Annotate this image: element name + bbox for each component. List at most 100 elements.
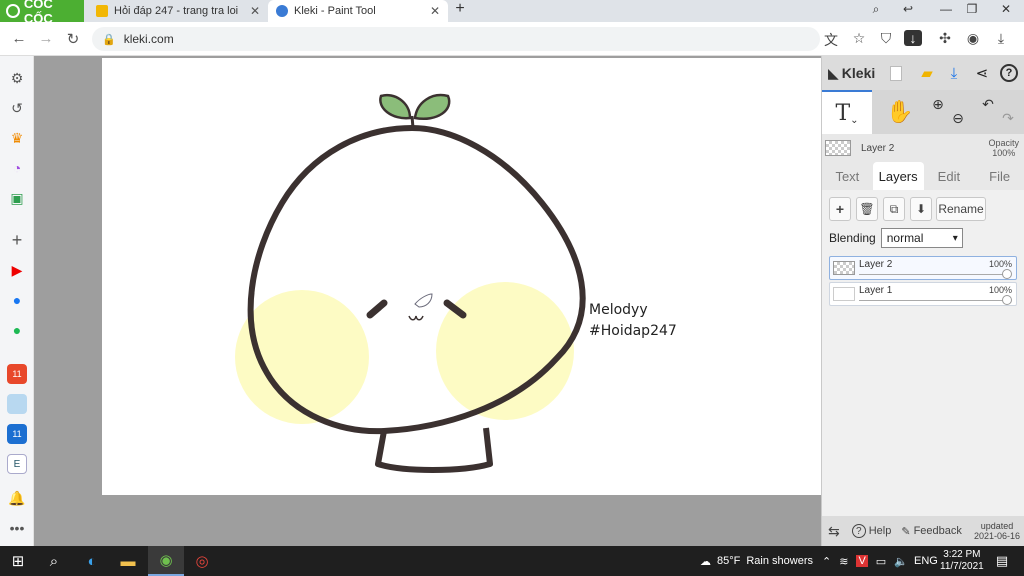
chrome-icon[interactable]: ◎ xyxy=(184,546,220,576)
tab-file[interactable]: File xyxy=(974,162,1024,190)
shield-icon[interactable]: ⛉ xyxy=(877,30,895,47)
more-icon[interactable]: ••• xyxy=(7,518,27,538)
search-icon[interactable]: ⌕ xyxy=(36,546,72,576)
layer-opacity-handle[interactable] xyxy=(1002,295,1012,305)
kleki-bird-icon: ◣ xyxy=(828,64,839,81)
kleki-logo-text: Kleki xyxy=(841,65,876,81)
game-controller-icon[interactable]: ▣ xyxy=(7,188,27,208)
back-history-icon[interactable]: ↩ xyxy=(898,2,918,16)
antivirus-icon[interactable]: V xyxy=(856,555,868,567)
open-folder-icon[interactable]: ▰ xyxy=(918,64,936,82)
feedback-link[interactable]: ✎ Feedback xyxy=(901,525,962,538)
close-tab-icon[interactable]: ✕ xyxy=(430,4,440,18)
tab-edit[interactable]: Edit xyxy=(924,162,975,190)
file-explorer-icon[interactable]: ▬ xyxy=(110,546,146,576)
volume-icon[interactable]: 🔈 xyxy=(894,555,908,568)
close-tab-icon[interactable]: ✕ xyxy=(250,4,260,18)
settings-gear-icon[interactable]: ⚙ xyxy=(7,68,27,88)
opacity-value: 100% xyxy=(992,148,1016,158)
reload-icon[interactable]: ↻ xyxy=(64,30,82,48)
layer-row-2[interactable]: Layer 2 100% xyxy=(829,256,1017,280)
share-icon[interactable]: ⋖ xyxy=(973,64,991,82)
help-circle-icon: ? xyxy=(851,524,866,538)
text-tool-button[interactable]: T ⌄ xyxy=(822,90,872,134)
weather-widget[interactable]: ☁ 85°F Rain showers xyxy=(700,546,813,576)
language-indicator[interactable]: ENG xyxy=(914,546,938,576)
help-link[interactable]: ? Help xyxy=(851,524,891,538)
text-tool-glyph: T xyxy=(835,100,851,126)
address-bar[interactable]: 🔒 kleki.com xyxy=(92,27,820,51)
add-shortcut-icon[interactable]: + xyxy=(7,230,27,250)
merge-down-icon[interactable]: ⬇ xyxy=(910,197,932,221)
crown-icon[interactable]: ♛ xyxy=(7,128,27,148)
sprout-stem xyxy=(410,115,415,129)
clock[interactable]: 3:22 PM 11/7/2021 xyxy=(940,546,984,576)
profile-icon[interactable]: ◉ xyxy=(964,30,982,47)
delete-layer-trash-icon[interactable]: 🗑 xyxy=(856,197,878,221)
rename-button[interactable]: Rename xyxy=(936,197,986,221)
back-icon[interactable]: ← xyxy=(10,30,28,47)
translate-icon[interactable]: 文 xyxy=(822,30,840,50)
new-image-icon[interactable] xyxy=(890,66,902,81)
extensions-puzzle-icon[interactable]: ✣ xyxy=(936,30,954,47)
chevron-up-icon[interactable]: ⌃ xyxy=(822,555,831,568)
download-icon[interactable]: ⤓ xyxy=(945,64,963,82)
layer-opacity-slider[interactable] xyxy=(859,274,1006,275)
avatar-shortcut-icon[interactable] xyxy=(7,394,27,414)
layer-opacity-handle[interactable] xyxy=(1002,269,1012,279)
layer-opacity-slider[interactable] xyxy=(859,300,1006,301)
coccoc-taskbar-icon[interactable]: ◉ xyxy=(148,546,184,576)
bookmark-star-icon[interactable]: ☆ xyxy=(850,30,868,47)
add-layer-button[interactable]: + xyxy=(829,197,851,221)
duplicate-layer-icon[interactable]: ⧉ xyxy=(883,197,905,221)
history-icon[interactable]: ↺ xyxy=(7,98,27,118)
kleki-logo[interactable]: ◣ Kleki xyxy=(822,65,875,82)
clock-date: 11/7/2021 xyxy=(940,561,984,572)
coccoc-brand[interactable]: CỐC CỐC xyxy=(0,0,84,26)
shopee-icon[interactable]: 11 xyxy=(7,364,27,384)
canvas-workspace[interactable]: Melodyy #Hoidap247 xyxy=(34,56,821,546)
hand-tool-icon[interactable]: ✋ xyxy=(880,90,920,134)
kleki-panel: ◣ Kleki ▰ ⤓ ⋖ ? T ⌄ ✋ ⊕ ⊖ ↶ ↷ Layer 2 Op… xyxy=(821,56,1024,546)
minimize-icon[interactable]: — xyxy=(936,2,956,16)
layer-name: Layer 2 xyxy=(859,259,893,270)
coccoc-sidebar: ⚙ ↺ ♛ ◔ ▣ + ▶ ● ● 11 11 E 🔔 ••• xyxy=(0,56,34,546)
coccoc-news-icon[interactable]: E xyxy=(7,454,27,474)
artwork-drawing: Melodyy #Hoidap247 xyxy=(235,93,677,473)
left-leaf xyxy=(379,93,412,120)
lock-icon: 🔒 xyxy=(102,33,116,46)
battery-icon[interactable]: ▭ xyxy=(876,555,886,568)
tab-kleki[interactable]: Kleki - Paint Tool ✕ xyxy=(268,0,448,22)
undo-icon[interactable]: ↶ xyxy=(978,82,998,126)
notification-center-icon[interactable]: ▤ xyxy=(984,546,1020,576)
downloads-icon[interactable]: ⤓ xyxy=(992,30,1010,47)
close-window-icon[interactable]: ✕ xyxy=(996,2,1016,16)
new-tab-button[interactable]: + xyxy=(450,0,470,18)
notification-bell-icon[interactable]: 🔔 xyxy=(7,488,27,508)
tab-hoidap[interactable]: Hỏi đáp 247 - trang tra loi ✕ xyxy=(88,0,268,22)
search-tabs-icon[interactable]: ⌕ xyxy=(866,2,886,17)
help-icon[interactable]: ? xyxy=(1000,64,1018,82)
forward-icon[interactable]: → xyxy=(37,30,55,47)
swap-side-icon[interactable]: ⇆ xyxy=(828,523,840,540)
tab-text[interactable]: Text xyxy=(822,162,873,190)
tiki-icon[interactable]: 11 xyxy=(7,424,27,444)
blending-select[interactable]: normal ▾ xyxy=(880,228,963,248)
signature-hashtag: #Hoidap247 xyxy=(589,323,677,339)
facebook-icon[interactable]: ● xyxy=(7,290,27,310)
download-extension-icon[interactable]: ↓ xyxy=(904,30,922,46)
layer-thumbnail xyxy=(833,287,855,301)
spotify-icon[interactable]: ● xyxy=(7,320,27,340)
layer-row-1[interactable]: Layer 1 100% xyxy=(829,282,1017,306)
restore-icon[interactable]: ❐ xyxy=(962,2,982,16)
drawing-canvas[interactable]: Melodyy #Hoidap247 xyxy=(102,58,821,495)
tab-layers[interactable]: Layers xyxy=(872,162,924,190)
messenger-icon[interactable]: ◔ xyxy=(7,158,27,178)
weather-cloud-icon: ☁ xyxy=(700,555,711,568)
edge-icon[interactable]: ◐ xyxy=(74,546,110,576)
current-layer-thumbnail xyxy=(825,140,851,156)
wifi-icon[interactable]: ≋ xyxy=(839,555,848,568)
youtube-icon[interactable]: ▶ xyxy=(7,260,27,280)
windows-start-icon[interactable]: ⊞ xyxy=(0,546,36,576)
zoom-in-icon[interactable]: ⊕ xyxy=(928,82,948,126)
